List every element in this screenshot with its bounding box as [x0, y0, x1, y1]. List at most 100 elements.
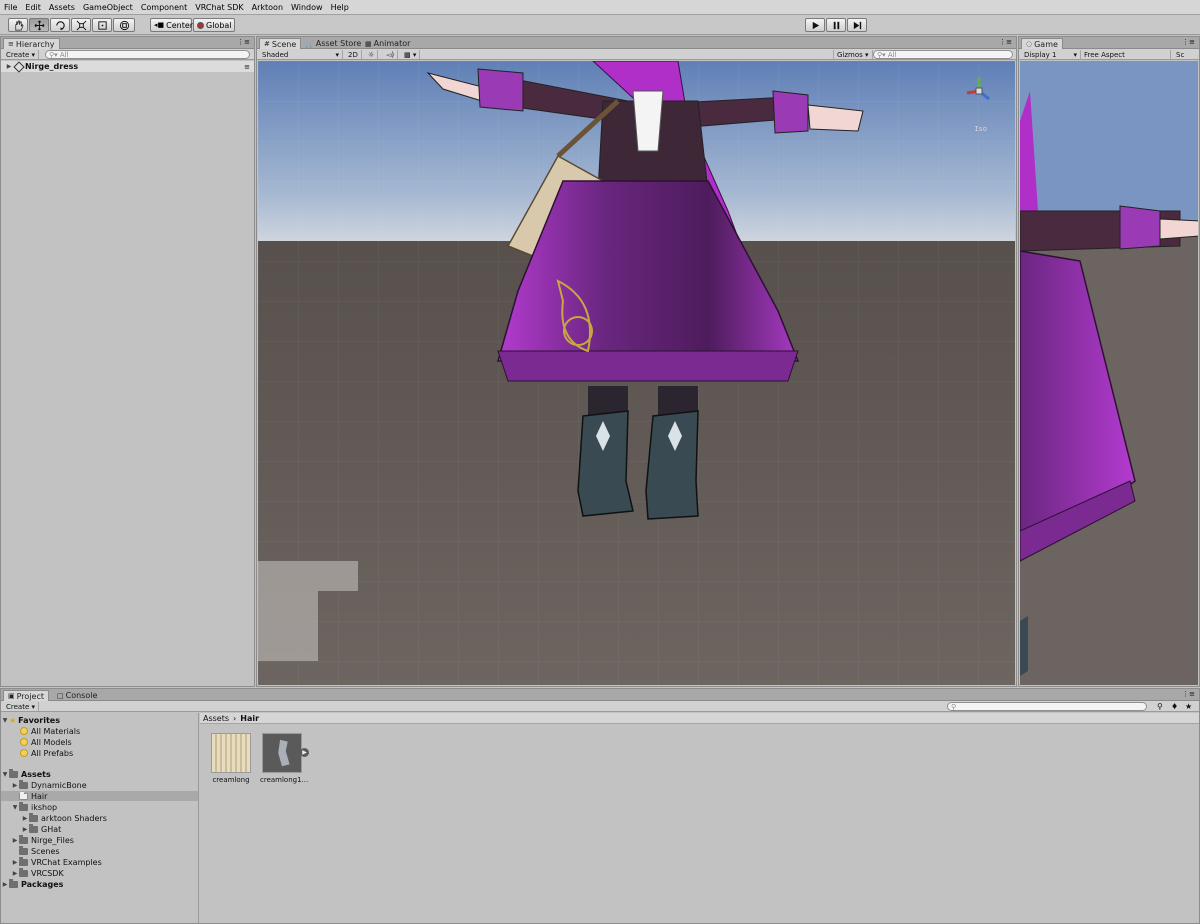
gizmos-dropdown[interactable]: Gizmos ▾ [833, 50, 873, 59]
hierarchy-subbar: Create ▾ ⚲▾ All [1, 49, 254, 60]
tree-vrchat-examples[interactable]: ▶ VRChat Examples [1, 856, 198, 867]
tab-animator[interactable]: ▦ Animator [361, 38, 414, 49]
folder-icon [29, 823, 38, 833]
rect-tool-button[interactable] [92, 18, 112, 32]
tree-all-models[interactable]: All Models [1, 737, 198, 747]
project-search-input[interactable]: ⚲ [947, 702, 1147, 711]
menu-window[interactable]: Window [291, 3, 323, 12]
expand-arrow-icon[interactable]: ▶ [21, 826, 29, 833]
game-viewport[interactable] [1020, 61, 1198, 685]
globe-icon [197, 21, 204, 29]
audio-toggle[interactable]: ◅) [383, 50, 399, 59]
tree-packages[interactable]: ▶ Packages [1, 878, 198, 889]
tree-nirge-files[interactable]: ▶ Nirge_Files [1, 834, 198, 845]
breadcrumb-assets[interactable]: Assets [203, 714, 229, 723]
tab-game[interactable]: ◌ Game [1021, 38, 1063, 49]
panel-menu-icon[interactable]: ⋮≡ [1182, 38, 1195, 46]
expand-arrow-icon[interactable]: ▶ [1, 881, 9, 888]
space-global-toggle[interactable]: Global [193, 18, 235, 32]
play-icon [812, 21, 819, 29]
breadcrumb-hair[interactable]: Hair [240, 714, 259, 723]
scene-search-input[interactable]: ⚲▾ All [873, 50, 1013, 59]
tree-ikshop[interactable]: ▼ ikshop [1, 801, 198, 812]
menu-gameobject[interactable]: GameObject [83, 3, 133, 12]
search-icon: ⚲▾ [49, 50, 58, 59]
expand-arrow-icon[interactable]: ▶ [5, 63, 13, 70]
step-icon [853, 21, 861, 29]
tab-scene[interactable]: # Scene [259, 38, 302, 49]
hierarchy-search-input[interactable]: ⚲▾ All [45, 50, 250, 59]
menu-assets[interactable]: Assets [49, 3, 75, 12]
tab-hierarchy[interactable]: ≡ Hierarchy [3, 38, 60, 49]
expand-arrow-icon[interactable]: ▶ [11, 837, 19, 844]
rotate-tool-button[interactable] [50, 18, 70, 32]
tree-assets[interactable]: ▼ Assets [1, 768, 198, 779]
tree-all-materials[interactable]: All Materials [1, 726, 198, 736]
scale-tool-button[interactable] [71, 18, 91, 32]
collapse-arrow-icon[interactable]: ▼ [1, 771, 9, 778]
menu-vrchat-sdk[interactable]: VRChat SDK [195, 3, 243, 12]
expand-arrow-icon[interactable]: ▶ [11, 782, 19, 789]
effects-dropdown[interactable]: ▩ ▾ [401, 50, 421, 59]
perspective-label[interactable]: Iso [974, 125, 987, 133]
collapse-arrow-icon[interactable]: ▼ [1, 717, 9, 724]
collapse-arrow-icon[interactable]: ▼ [11, 804, 19, 811]
pivot-center-toggle[interactable]: ◂■ Center [150, 18, 193, 32]
step-button[interactable] [847, 18, 867, 32]
transform-tool-button[interactable] [113, 18, 135, 32]
menu-file[interactable]: File [4, 3, 17, 12]
tab-asset-store[interactable]: 🛒 Asset Store [301, 38, 365, 49]
play-button[interactable] [805, 18, 825, 32]
hand-tool-button[interactable] [8, 18, 28, 32]
expand-arrow-icon[interactable]: ▶ [11, 859, 19, 866]
menu-arktoon[interactable]: Arktoon [252, 3, 283, 12]
2d-toggle[interactable]: 2D [345, 50, 362, 59]
row-menu-icon[interactable]: ≡ [244, 63, 250, 71]
tree-vrcsdk[interactable]: ▶ VRCSDK [1, 867, 198, 878]
filter-type-icon[interactable]: ⚲ [1157, 702, 1163, 711]
lighting-toggle[interactable]: ☼ [365, 50, 379, 59]
tab-hierarchy-label: Hierarchy [15, 39, 55, 49]
tree-favorites[interactable]: ▼ ★ Favorites [1, 715, 198, 725]
expand-arrow-icon[interactable]: ▶ [11, 870, 19, 877]
hierarchy-root-row[interactable]: ▶ Nirge_dress ≡ [1, 60, 254, 73]
panel-menu-icon[interactable]: ⋮≡ [1182, 690, 1195, 698]
tree-dynamicbone[interactable]: ▶ DynamicBone [1, 779, 198, 790]
tab-project[interactable]: ▣ Project [3, 690, 49, 701]
expand-prefab-arrow-icon[interactable]: ▶ [300, 748, 309, 757]
game-render [1020, 61, 1198, 685]
aspect-dropdown[interactable]: Free Aspect [1081, 50, 1171, 59]
menu-edit[interactable]: Edit [25, 3, 41, 12]
tree-ghat[interactable]: ▶ GHat [1, 823, 198, 834]
menu-help[interactable]: Help [331, 3, 349, 12]
scene-render [258, 61, 1015, 685]
scene-orientation-gizmo[interactable] [959, 71, 999, 111]
display-dropdown[interactable]: Display 1 ▾ [1021, 50, 1081, 59]
saved-search-icon [20, 727, 28, 735]
tree-hair[interactable]: Hair [1, 791, 198, 801]
asset-tile-model[interactable]: creamlong1... [260, 733, 308, 784]
asset-tile-texture[interactable]: creamlong [209, 733, 253, 784]
pause-button[interactable] [826, 18, 846, 32]
panel-menu-icon[interactable]: ⋮≡ [999, 38, 1012, 46]
tree-arktoon-shaders[interactable]: ▶ arktoon Shaders [1, 812, 198, 823]
tree-scenes[interactable]: Scenes [1, 845, 198, 856]
scale-slider-label[interactable]: Sc [1173, 50, 1187, 59]
panel-menu-icon[interactable]: ⋮≡ [237, 38, 250, 46]
scene-viewport[interactable]: Iso [258, 61, 1015, 685]
tab-console[interactable]: □ Console [53, 690, 101, 701]
animator-icon: ▦ [365, 39, 372, 48]
breadcrumb: Assets › Hair [200, 713, 1199, 724]
menu-component[interactable]: Component [141, 3, 187, 12]
shading-mode-dropdown[interactable]: Shaded ▾ [259, 50, 343, 59]
hierarchy-create-dropdown[interactable]: Create ▾ [3, 50, 40, 59]
favorite-star-icon[interactable]: ★ [1185, 702, 1192, 711]
label-filter-icon[interactable]: ♦ [1171, 702, 1178, 711]
hierarchy-tabstrip: ≡ Hierarchy ⋮≡ [1, 37, 254, 49]
pivot-icon: ◂■ [154, 21, 165, 29]
game-panel: ◌ Game ⋮≡ Display 1 ▾ Free Aspect Sc [1018, 36, 1200, 687]
expand-arrow-icon[interactable]: ▶ [21, 815, 29, 822]
tree-all-prefabs[interactable]: All Prefabs [1, 748, 198, 758]
project-create-dropdown[interactable]: Create ▾ [3, 702, 40, 711]
move-tool-button[interactable] [29, 18, 49, 32]
